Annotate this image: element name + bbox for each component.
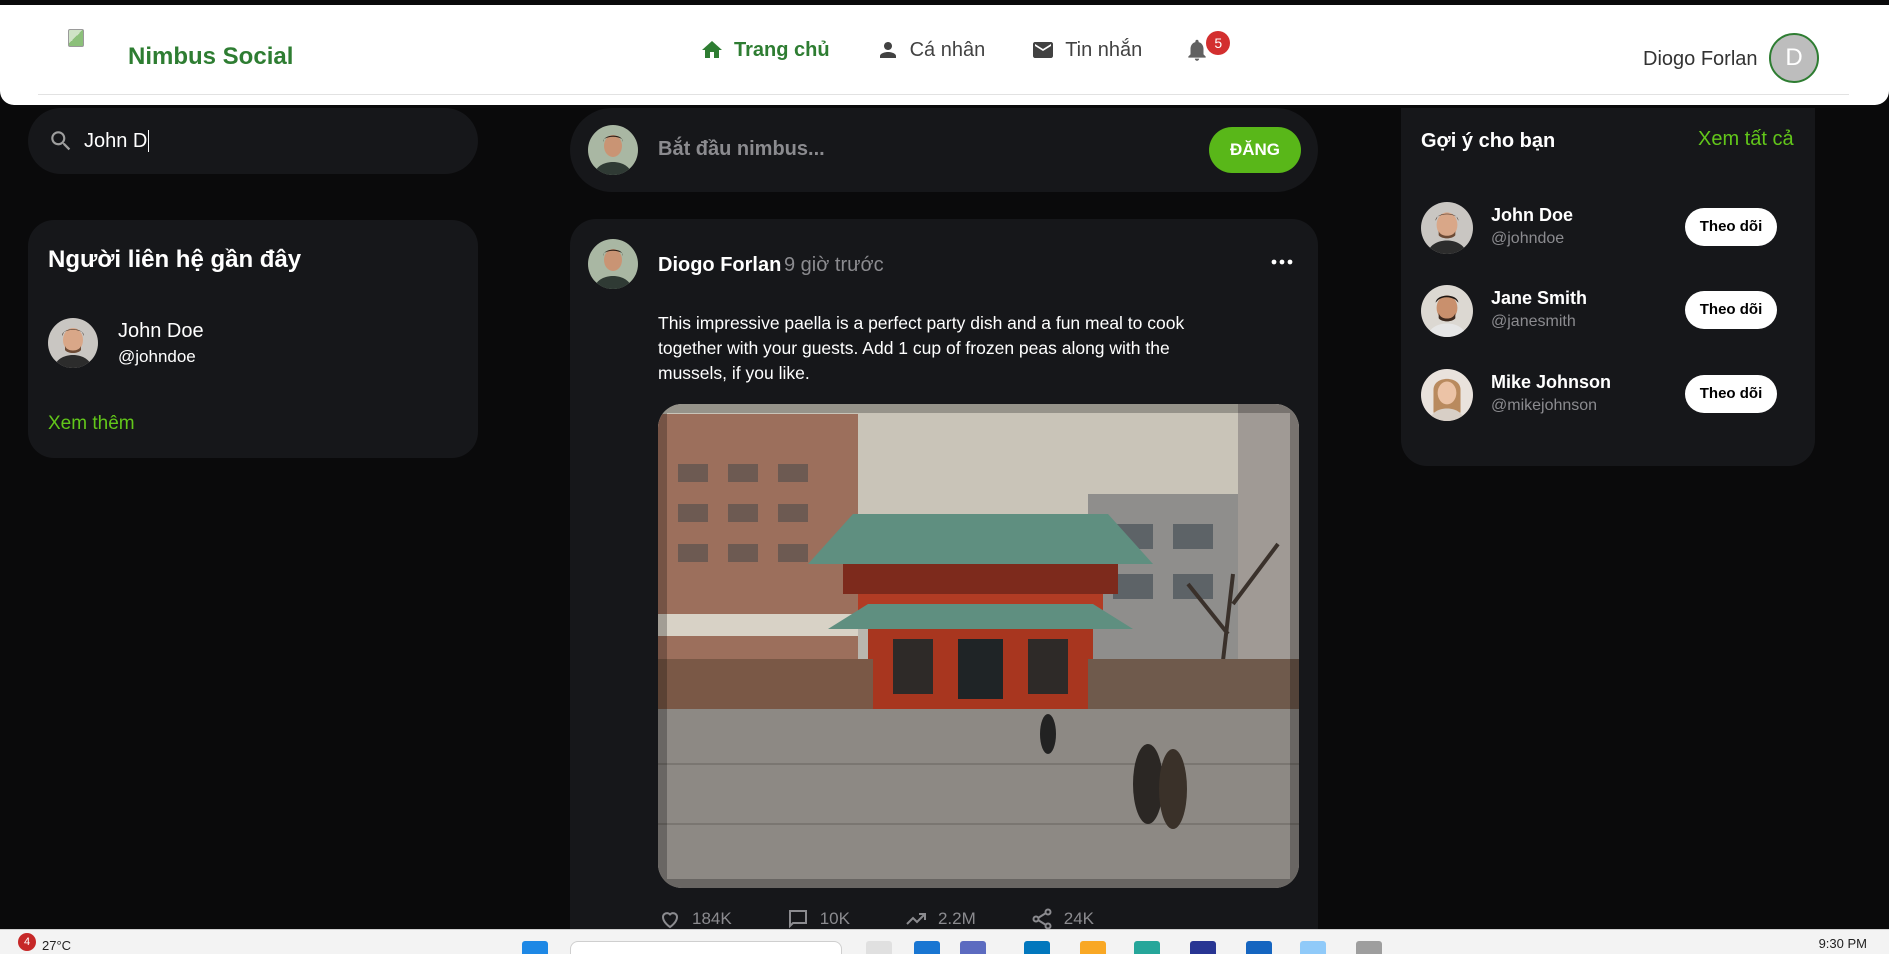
share-count: 24K	[1063, 909, 1094, 928]
heart-icon	[661, 912, 679, 929]
search-input[interactable]: John D	[28, 108, 478, 174]
nav-messages[interactable]: Tin nhắn	[1031, 38, 1142, 62]
feed-post: Diogo Forlan 9 giờ trước This impressive…	[570, 219, 1318, 939]
search-icon	[51, 131, 71, 151]
nav-home[interactable]: Trang chủ	[700, 38, 830, 62]
weather-widget[interactable]: 4 27°C	[18, 932, 72, 953]
post-button[interactable]: ĐĂNG	[1209, 127, 1301, 173]
brand-name[interactable]: Nimbus Social	[128, 43, 293, 71]
avatar-photo	[1421, 202, 1473, 254]
like-button[interactable]: 184K	[658, 907, 732, 931]
follow-button[interactable]: Theo dõi	[1685, 375, 1777, 413]
taskview-icon[interactable]	[866, 941, 892, 954]
share-button[interactable]: 24K	[1030, 907, 1094, 931]
top-header: Nimbus Social Trang chủ Cá nhân Tin nhắn…	[0, 5, 1889, 105]
comment-button[interactable]: 10K	[786, 907, 850, 931]
folder-icon[interactable]	[1080, 941, 1106, 954]
post-author-name[interactable]: Diogo Forlan	[658, 254, 781, 277]
suggestion-avatar[interactable]	[1421, 285, 1473, 337]
app-icon[interactable]	[1300, 941, 1326, 954]
see-all-link[interactable]: Xem tất cả	[1698, 128, 1794, 151]
text-caret	[148, 130, 150, 152]
mail-icon	[1033, 42, 1054, 58]
post-author-avatar[interactable]	[588, 239, 638, 289]
suggestion-name[interactable]: John Doe	[1491, 205, 1573, 226]
taskbar-clock[interactable]: 9:30 PM	[1819, 936, 1867, 951]
contact-avatar[interactable]	[48, 318, 98, 368]
vs-icon[interactable]	[1190, 941, 1216, 954]
person-icon	[879, 42, 896, 58]
notification-badge: 5	[1206, 31, 1231, 55]
store-icon[interactable]	[1024, 941, 1050, 954]
views-button[interactable]: 2.2M	[904, 907, 976, 931]
composer-input[interactable]: Bắt đầu nimbus...	[658, 138, 825, 161]
app2-icon[interactable]	[1356, 941, 1382, 954]
suggestion-avatar[interactable]	[1421, 202, 1473, 254]
recent-contacts-title: Người liên hệ gần đây	[48, 246, 302, 273]
suggestion-item: John Doe @johndoe Theo dõi	[1421, 202, 1801, 258]
suggestion-handle: @johndoe	[1491, 230, 1565, 247]
suggestion-handle: @mikejohnson	[1491, 397, 1598, 414]
comment-count: 10K	[819, 909, 850, 928]
avatar-photo	[1421, 285, 1473, 337]
follow-button[interactable]: Theo dõi	[1685, 208, 1777, 246]
browser-icon[interactable]	[1134, 941, 1160, 954]
home-icon	[702, 41, 722, 58]
taskbar-search-icon[interactable]	[570, 941, 842, 954]
post-timestamp: 9 giờ trước	[784, 254, 884, 276]
nav-profile-label: Cá nhân	[909, 38, 986, 61]
post-composer: Bắt đầu nimbus... ĐĂNG	[570, 108, 1318, 192]
avatar-photo	[588, 239, 638, 289]
teams-icon[interactable]	[960, 941, 986, 954]
search-input-value[interactable]: John D	[84, 130, 147, 153]
onedrive-icon[interactable]	[914, 941, 940, 954]
vscode-icon[interactable]	[1246, 941, 1272, 954]
weather-temp: 27°C	[42, 938, 72, 953]
suggestion-name[interactable]: Jane Smith	[1491, 288, 1587, 309]
current-user-name[interactable]: Diogo Forlan	[1643, 48, 1758, 71]
start-icon[interactable]	[522, 941, 548, 954]
follow-button[interactable]: Theo dõi	[1685, 291, 1777, 329]
view-count: 2.2M	[937, 909, 976, 928]
nav-home-label: Trang chủ	[734, 38, 830, 61]
nav-messages-label: Tin nhắn	[1065, 38, 1143, 61]
suggestions-title: Gợi ý cho bạn	[1421, 130, 1556, 152]
comment-icon	[788, 910, 807, 929]
share-icon	[1032, 908, 1052, 930]
more-options-icon[interactable]	[1270, 257, 1294, 267]
like-count: 184K	[692, 909, 732, 928]
nav-profile[interactable]: Cá nhân	[876, 38, 986, 62]
avatar-photo	[1421, 369, 1473, 421]
trending-icon	[906, 913, 926, 925]
suggestion-name[interactable]: Mike Johnson	[1491, 372, 1611, 393]
suggestion-handle: @janesmith	[1491, 313, 1576, 330]
suggestions-panel: Gợi ý cho bạn Xem tất cả John Doe @johnd…	[1401, 108, 1815, 466]
shrine-gate-photo	[658, 404, 1299, 888]
avatar-photo	[588, 125, 638, 175]
post-body-text: This impressive paella is a perfect part…	[658, 313, 1185, 383]
composer-avatar	[588, 125, 638, 175]
suggestion-item: Mike Johnson @mikejohnson Theo dõi	[1421, 369, 1801, 425]
post-actions: 184K 10K 2.2M 24K	[658, 907, 1148, 931]
contact-handle: @johndoe	[118, 347, 196, 366]
recent-contacts-panel: Người liên hệ gần đây John Doe @johndoe …	[28, 220, 478, 458]
weather-badge: 4	[18, 932, 36, 951]
notifications-button[interactable]: 5	[1184, 31, 1231, 63]
contact-name[interactable]: John Doe	[118, 320, 204, 343]
suggestion-item: Jane Smith @janesmith Theo dõi	[1421, 285, 1801, 341]
logo-broken-image-icon[interactable]	[68, 29, 90, 51]
post-image[interactable]	[658, 404, 1299, 888]
current-user-avatar[interactable]: D	[1769, 33, 1819, 83]
os-taskbar: 4 27°C 9:30 PM	[0, 929, 1889, 954]
avatar-photo	[48, 318, 98, 368]
header-divider	[38, 94, 1849, 95]
main-nav: Trang chủ Cá nhân Tin nhắn 5	[700, 31, 1231, 67]
see-more-link[interactable]: Xem thêm	[48, 413, 135, 435]
suggestion-avatar[interactable]	[1421, 369, 1473, 421]
